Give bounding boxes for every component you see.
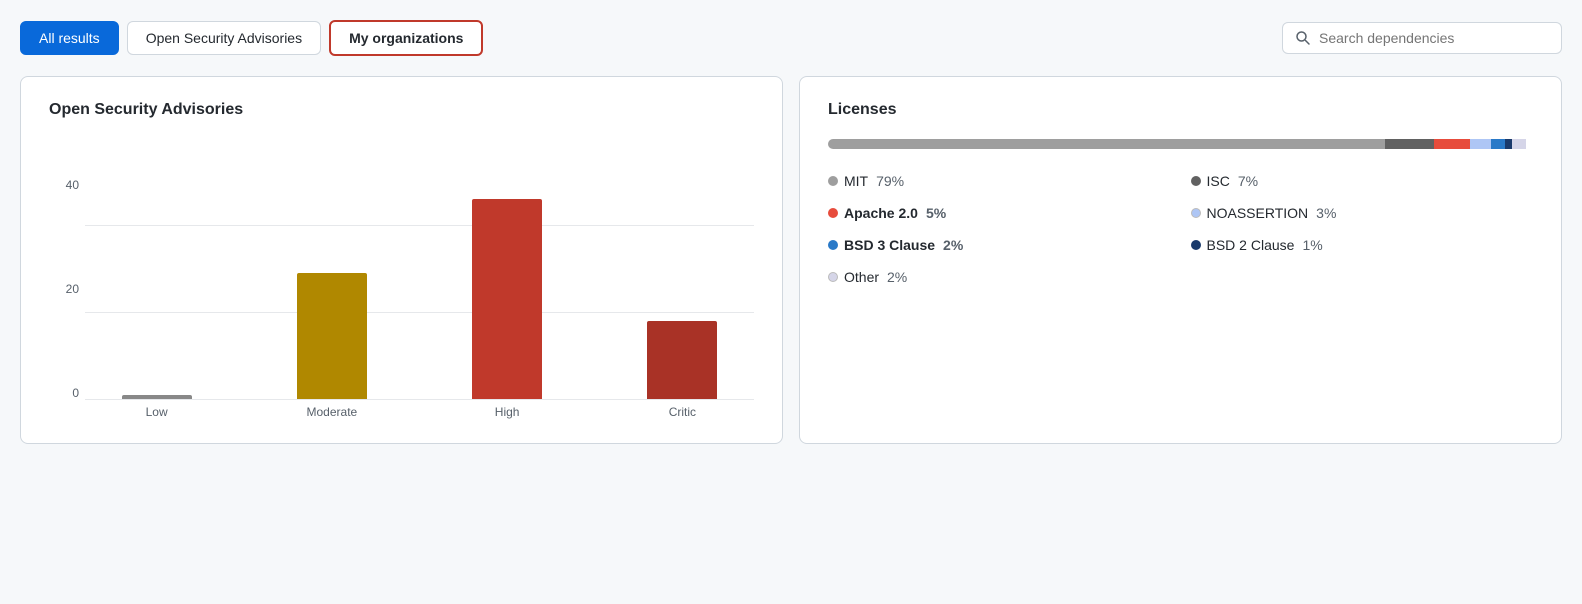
bar-critic[interactable] xyxy=(647,321,717,399)
legend-dot-bsd-2-clause xyxy=(1191,240,1201,250)
bar-label-moderate: Moderate xyxy=(307,405,358,419)
progress-segment-isc xyxy=(1385,139,1434,149)
legend-name-apache-2.0: Apache 2.0 xyxy=(844,205,918,221)
legend-grid: MIT 79% ISC 7% Apache 2.0 5% NOASSERTION 3%… xyxy=(828,173,1533,285)
chart-panel: Open Security Advisories 40 20 0 Low Mode… xyxy=(20,76,783,444)
progress-segment-mit xyxy=(828,139,1385,149)
licenses-progress-bar xyxy=(828,139,1533,149)
progress-segment-apache-2.0 xyxy=(1434,139,1469,149)
bar-group-high: High xyxy=(436,199,579,419)
bar-group-critic: Critic xyxy=(611,321,754,419)
legend-name-isc: ISC xyxy=(1207,173,1230,189)
bar-label-high: High xyxy=(495,405,520,419)
legend-dot-apache-2.0 xyxy=(828,208,838,218)
legend-dot-noassertion xyxy=(1191,208,1201,218)
legend-pct-apache-2.0: 5% xyxy=(926,205,946,221)
legend-pct-noassertion: 3% xyxy=(1316,205,1336,221)
y-label-20: 20 xyxy=(66,283,79,295)
licenses-title: Licenses xyxy=(828,101,1533,119)
progress-segment-noassertion xyxy=(1470,139,1491,149)
legend-item-mit: MIT 79% xyxy=(828,173,1171,189)
chart-area: 40 20 0 Low Moderate High Critic xyxy=(49,139,754,419)
progress-segment-bsd-3-clause xyxy=(1491,139,1505,149)
progress-segment-other xyxy=(1512,139,1526,149)
top-bar: All results Open Security Advisories My … xyxy=(20,20,1562,56)
legend-dot-mit xyxy=(828,176,838,186)
chart-inner: 40 20 0 Low Moderate High Critic xyxy=(49,179,754,419)
legend-pct-bsd-2-clause: 1% xyxy=(1302,237,1322,253)
tab-open-security[interactable]: Open Security Advisories xyxy=(127,21,321,55)
y-label-0: 0 xyxy=(72,387,79,399)
legend-pct-other: 2% xyxy=(887,269,907,285)
legend-item-other: Other 2% xyxy=(828,269,1171,285)
legend-name-other: Other xyxy=(844,269,879,285)
legend-dot-isc xyxy=(1191,176,1201,186)
legend-name-noassertion: NOASSERTION xyxy=(1207,205,1309,221)
bar-group-low: Low xyxy=(85,395,228,419)
bars-container: Low Moderate High Critic xyxy=(85,199,754,419)
bar-group-moderate: Moderate xyxy=(260,273,403,419)
search-box xyxy=(1282,22,1562,54)
bar-label-low: Low xyxy=(146,405,168,419)
legend-pct-mit: 79% xyxy=(876,173,904,189)
legend-dot-other xyxy=(828,272,838,282)
legend-pct-isc: 7% xyxy=(1238,173,1258,189)
y-label-40: 40 xyxy=(66,179,79,191)
panels: Open Security Advisories 40 20 0 Low Mode… xyxy=(20,76,1562,444)
legend-item-apache-2.0: Apache 2.0 5% xyxy=(828,205,1171,221)
legend-item-noassertion: NOASSERTION 3% xyxy=(1191,205,1534,221)
legend-name-bsd-3-clause: BSD 3 Clause xyxy=(844,237,935,253)
tab-my-organizations[interactable]: My organizations xyxy=(329,20,483,56)
legend-item-bsd-3-clause: BSD 3 Clause 2% xyxy=(828,237,1171,253)
chart-title: Open Security Advisories xyxy=(49,101,754,119)
legend-dot-bsd-3-clause xyxy=(828,240,838,250)
search-input[interactable] xyxy=(1319,30,1549,46)
progress-segment-bsd-2-clause xyxy=(1505,139,1512,149)
legend-item-isc: ISC 7% xyxy=(1191,173,1534,189)
bar-moderate[interactable] xyxy=(297,273,367,399)
legend-name-mit: MIT xyxy=(844,173,868,189)
legend-name-bsd-2-clause: BSD 2 Clause xyxy=(1207,237,1295,253)
legend-pct-bsd-3-clause: 2% xyxy=(943,237,963,253)
bar-label-critic: Critic xyxy=(669,405,696,419)
licenses-panel: Licenses MIT 79% ISC 7% Apache 2.0 5% NOASS… xyxy=(799,76,1562,444)
search-icon xyxy=(1295,30,1311,46)
tab-all-results[interactable]: All results xyxy=(20,21,119,55)
bar-high[interactable] xyxy=(472,199,542,399)
y-axis: 40 20 0 xyxy=(49,179,85,399)
legend-item-bsd-2-clause: BSD 2 Clause 1% xyxy=(1191,237,1534,253)
bar-low[interactable] xyxy=(122,395,192,399)
